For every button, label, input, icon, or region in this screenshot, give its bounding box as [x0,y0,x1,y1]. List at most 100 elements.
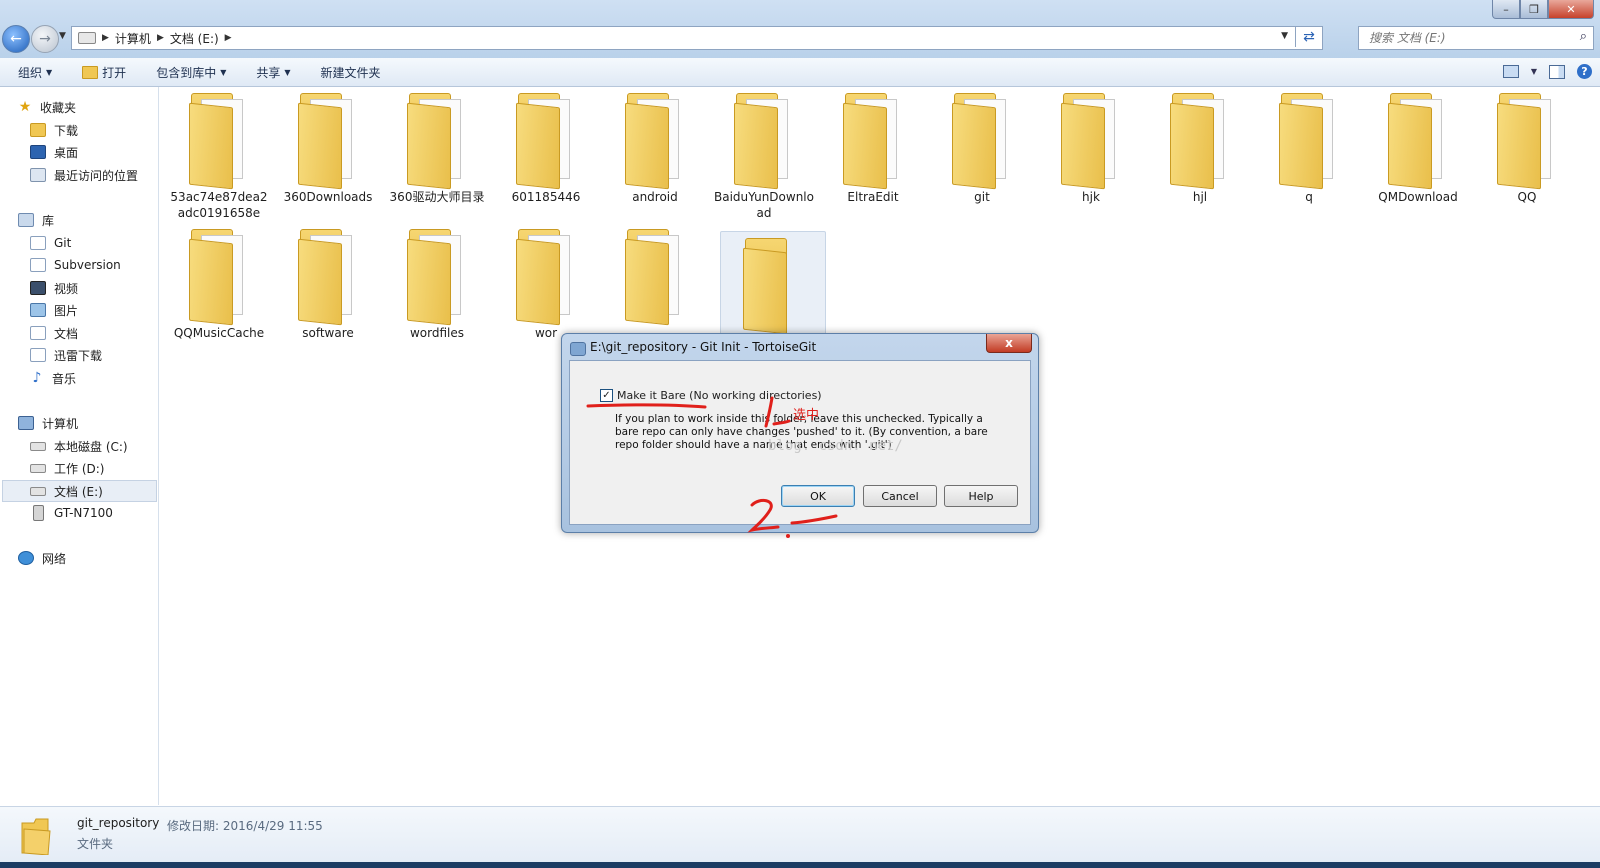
dialog-close-button[interactable]: x [986,334,1032,353]
nav-label: 最近访问的位置 [54,168,139,183]
nav-label: 桌面 [54,145,79,160]
open-label: 打开 [102,65,127,80]
computer-icon [18,416,34,430]
folder-item[interactable] [603,223,707,326]
folder-name: android [632,190,678,204]
folder-item[interactable]: QQ [1475,87,1579,205]
folder-item[interactable]: QQMusicCache [167,223,271,341]
nav-label: Git [54,236,72,250]
address-bar[interactable]: ▶ 计算机 ▶ 文档 (E:) ▶ ▼ ⇄ [71,26,1323,50]
refresh-button[interactable]: ⇄ [1295,27,1322,47]
document-icon [30,326,46,340]
folder-item[interactable]: git [930,87,1034,205]
nav-libraries[interactable]: 库 [18,210,175,230]
ok-button[interactable]: OK [781,485,855,507]
nav-label: 收藏夹 [40,100,77,115]
back-button[interactable]: ← [2,25,30,53]
share-label: 共享 [256,65,281,80]
folder-name: software [302,326,354,340]
nav-label: 迅雷下载 [54,348,103,363]
folder-item[interactable]: 360Downloads [276,87,380,205]
folder-item[interactable]: q [1257,87,1361,205]
preview-pane-icon[interactable] [1549,64,1565,79]
maximize-button[interactable]: ❒ [1520,0,1548,19]
command-bar: 组织 ▼ 打开 包含到库中 ▼ 共享 ▼ 新建文件夹 ▼ ? [0,58,1600,87]
nav-label: 计算机 [42,416,79,431]
dialog-title: E:\git_repository - Git Init - TortoiseG… [590,340,817,354]
help-button[interactable]: Help [944,485,1018,507]
tortoisegit-icon [570,342,586,356]
folder-name: git [974,190,990,204]
folder-item[interactable]: QMDownload [1366,87,1470,205]
folder-item[interactable]: wor [494,223,598,341]
folder-item[interactable]: hjk [1039,87,1143,205]
folder-item[interactable]: 601185446 [494,87,598,205]
folder-name: 601185446 [511,190,581,204]
folder-name: EltraEdit [847,190,899,204]
nav-drive-e[interactable]: 文档 (E:) [2,480,157,502]
folder-icon [950,93,1014,190]
folder-name: wordfiles [409,326,465,340]
open-button[interactable]: 打开 [82,64,126,81]
folder-name: 360Downloads [283,190,373,204]
nav-favorites[interactable]: ★ 收藏夹 [18,97,175,117]
close-window-button[interactable]: ✕ [1548,0,1594,19]
chevron-right-icon[interactable]: ▶ [102,33,109,43]
watermark-text: blog. csdn. net/ [768,438,903,454]
folder-icon [841,93,905,190]
search-icon[interactable]: ⌕ [1580,29,1587,44]
hard-drive-icon [30,463,46,473]
star-icon: ★ [18,99,32,115]
bare-repo-checkbox-row[interactable]: ✓ Make it Bare (No working directories) [600,389,822,402]
cancel-button[interactable]: Cancel [863,485,937,507]
include-library-menu[interactable]: 包含到库中 ▼ [156,64,226,81]
bare-repo-checkbox-label[interactable]: Make it Bare (No working directories) [617,389,822,402]
folder-item[interactable]: wordfiles [385,223,489,341]
folder-name: hjk [1082,190,1100,204]
folder-name: QQ [1517,190,1537,204]
organize-label: 组织 [18,65,43,80]
bare-repo-checkbox[interactable]: ✓ [600,389,613,402]
folder-icon [1386,93,1450,190]
folder-item[interactable]: android [603,87,707,205]
nav-label: 文档 [54,326,79,341]
folder-item[interactable]: 360驱动大师目录 [385,87,489,205]
nav-computer[interactable]: 计算机 [18,413,175,433]
search-input[interactable] [1367,30,1571,46]
nav-label: 下载 [54,123,79,138]
minimize-button[interactable]: – [1492,0,1520,19]
address-history-dropdown[interactable]: ▼ [1281,31,1288,41]
taskbar [0,862,1600,868]
share-menu[interactable]: 共享 ▼ [256,64,290,81]
library-icon [18,213,34,227]
caret-down-icon: ▼ [284,67,291,77]
chevron-right-icon[interactable]: ▶ [157,33,164,43]
nav-network[interactable]: 网络 [18,548,175,568]
folder-item-selected[interactable] [720,231,826,341]
folder-icon [20,817,52,856]
folder-icon [187,229,251,326]
folder-name: BaiduYunDownload [714,190,814,220]
hard-drive-icon [30,486,46,496]
folder-item[interactable]: hjl [1148,87,1252,205]
new-folder-button[interactable]: 新建文件夹 [321,64,381,81]
organize-menu[interactable]: 组织 ▼ [18,64,52,81]
forward-button[interactable]: → [31,25,59,53]
change-view-icon[interactable] [1502,65,1519,78]
recent-pages-dropdown[interactable]: ▼ [59,31,66,41]
folder-item[interactable]: 53ac74e87dea2adc0191658e [167,87,271,221]
caret-down-icon: ▼ [220,67,227,77]
breadcrumb-computer[interactable]: 计算机 [115,30,151,47]
caret-down-icon[interactable]: ▼ [1531,67,1537,76]
breadcrumb-drive-e[interactable]: 文档 (E:) [170,30,219,47]
help-icon[interactable]: ? [1577,64,1592,79]
back-arrow-icon: ← [10,31,22,47]
folder-open-icon [82,65,99,79]
folder-item[interactable]: software [276,223,380,341]
nav-label: GT-N7100 [54,506,113,520]
folder-item[interactable]: BaiduYunDownload [712,87,816,221]
folder-item[interactable]: EltraEdit [821,87,925,205]
chevron-right-icon[interactable]: ▶ [225,33,232,43]
folder-name: 53ac74e87dea2adc0191658e [170,190,268,220]
search-box[interactable]: ⌕ [1358,26,1594,50]
